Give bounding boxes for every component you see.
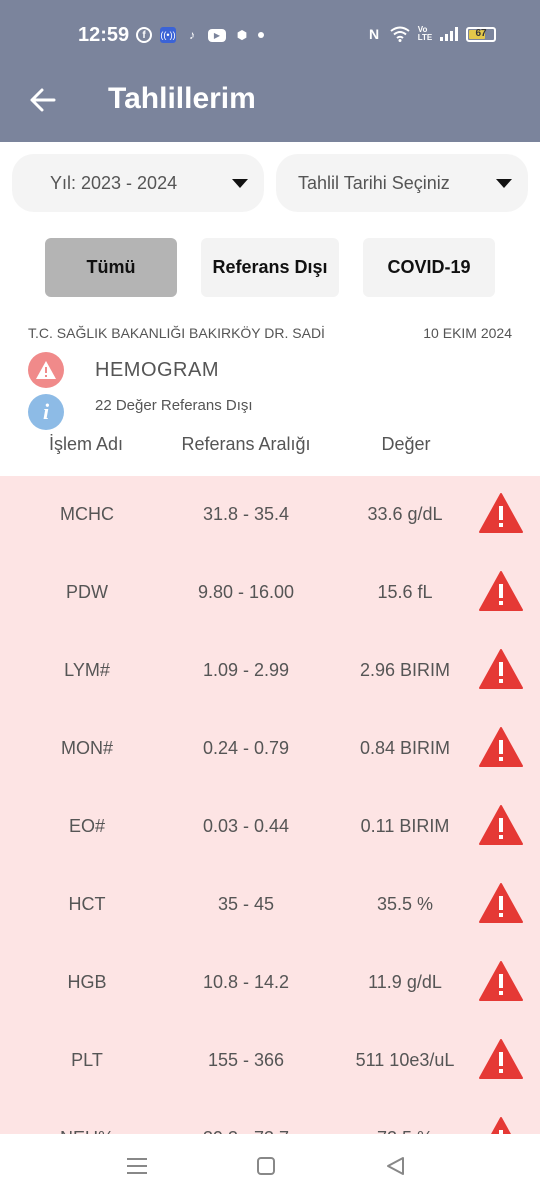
result-reference: 0.03 - 0.44 [202,816,290,836]
battery-level: 67 [475,27,487,39]
result-row[interactable]: EO# 0.03 - 0.44 0.11 BIRIM [0,798,540,876]
recent-apps-icon[interactable] [127,1154,147,1178]
column-header-name: İşlem Adı [48,434,124,454]
result-name: LYM# [64,660,110,680]
result-row[interactable]: HGB 10.8 - 14.2 11.9 g/dL [0,954,540,1032]
result-row[interactable]: MCHC 31.8 - 35.4 33.6 g/dL [0,486,540,564]
result-value: 35.5 % [376,894,434,914]
test-name: HEMOGRAM [95,359,219,381]
warning-icon [36,361,56,379]
facebook-icon: f [136,27,152,43]
result-row[interactable]: HCT 35 - 45 35.5 % [0,876,540,954]
box-icon: ⬢ [236,28,248,42]
warning-icon [478,960,524,1002]
result-reference: 31.8 - 35.4 [202,504,290,524]
warning-icon [478,882,524,924]
nfc-icon: N [368,26,380,42]
result-reference: 9.80 - 16.00 [197,582,295,602]
back-nav-icon[interactable] [385,1154,405,1178]
signal-icon [440,27,458,41]
warning-icon [478,648,524,690]
caret-down-icon [496,179,512,188]
result-reference: 155 - 366 [207,1050,285,1070]
home-icon[interactable] [256,1154,276,1178]
result-name: EO# [68,816,106,836]
warning-icon [478,726,524,768]
system-nav-bar [0,1134,540,1200]
battery-icon: 67 [466,26,496,42]
result-value: 2.96 BIRIM [359,660,451,680]
result-value: 11.9 g/dL [368,972,442,992]
app-bar: Tahlillerim [0,58,540,142]
result-name: PLT [71,1050,103,1070]
year-dropdown-label: Yıl: 2023 - 2024 [50,172,178,193]
arrow-left-icon [30,88,56,112]
radio-icon: ((•)) [160,27,176,43]
warning-badge [28,352,64,388]
result-reference: 1.09 - 2.99 [202,660,290,680]
result-row[interactable]: PLT 155 - 366 511 10e3/uL [0,1032,540,1110]
results-list[interactable]: MCHC 31.8 - 35.4 33.6 g/dL PDW 9.80 - 16.00 1… [0,476,540,1134]
more-notifications-dot [258,32,264,38]
hospital-name: T.C. SAĞLIK BAKANLIĞI BAKIRKÖY DR. SADİ [28,325,325,341]
column-header-reference: Referans Aralığı [181,434,311,454]
wifi-icon [390,26,410,42]
result-value: 15.6 fL [377,582,433,602]
warning-icon [478,492,524,534]
tab-out-of-range[interactable]: Referans Dışı [201,238,339,297]
result-name: MCHC [60,504,114,524]
result-row[interactable]: MON# 0.24 - 0.79 0.84 BIRIM [0,720,540,798]
result-name: MON# [60,738,113,758]
column-header-value: Değer [381,434,431,454]
tab-covid-19[interactable]: COVID-19 [363,238,495,297]
result-row[interactable]: NEU%39.3 - 73.772.5 % [0,1110,540,1134]
warning-icon [478,1116,524,1134]
warning-icon [478,804,524,846]
page-title: Tahlillerim [108,82,256,115]
notification-icons: f ((•)) ♪ ▶ ⬢ [136,27,264,43]
result-value: 0.11 BIRIM [360,816,450,836]
result-reference: 10.8 - 14.2 [202,972,290,992]
system-icons: N Vo LTE 67 [366,26,496,42]
result-value: 511 10e3/uL [355,1050,455,1070]
test-date-dropdown[interactable]: Tahlil Tarihi Seçiniz [276,154,528,212]
result-row[interactable]: PDW 9.80 - 16.00 15.6 fL [0,564,540,642]
volte-icon: Vo LTE [417,25,433,42]
status-time: 12:59 [78,24,130,46]
status-bar: 12:59 f ((•)) ♪ ▶ ⬢ N Vo LTE 67 [0,0,540,58]
year-dropdown[interactable]: Yıl: 2023 - 2024 [12,154,264,212]
result-value: 33.6 g/dL [367,504,443,524]
tiktok-icon: ♪ [189,28,195,42]
test-date-dropdown-label: Tahlil Tarihi Seçiniz [298,172,450,193]
result-name: HGB [67,972,107,992]
result-reference: 0.24 - 0.79 [202,738,290,758]
back-button[interactable] [26,84,58,116]
result-name: HCT [68,894,106,914]
result-name: PDW [66,582,108,602]
out-of-range-count: 22 Değer Referans Dışı [95,397,253,414]
warning-icon [478,1038,524,1080]
info-icon: i [28,394,64,430]
caret-down-icon [232,179,248,188]
result-row[interactable]: LYM# 1.09 - 2.99 2.96 BIRIM [0,642,540,720]
youtube-icon: ▶ [208,28,226,42]
result-value: 0.84 BIRIM [359,738,451,758]
warning-icon [478,570,524,612]
test-date: 10 EKIM 2024 [423,325,512,341]
tab-all[interactable]: Tümü [45,238,177,297]
result-reference: 35 - 45 [217,894,275,914]
